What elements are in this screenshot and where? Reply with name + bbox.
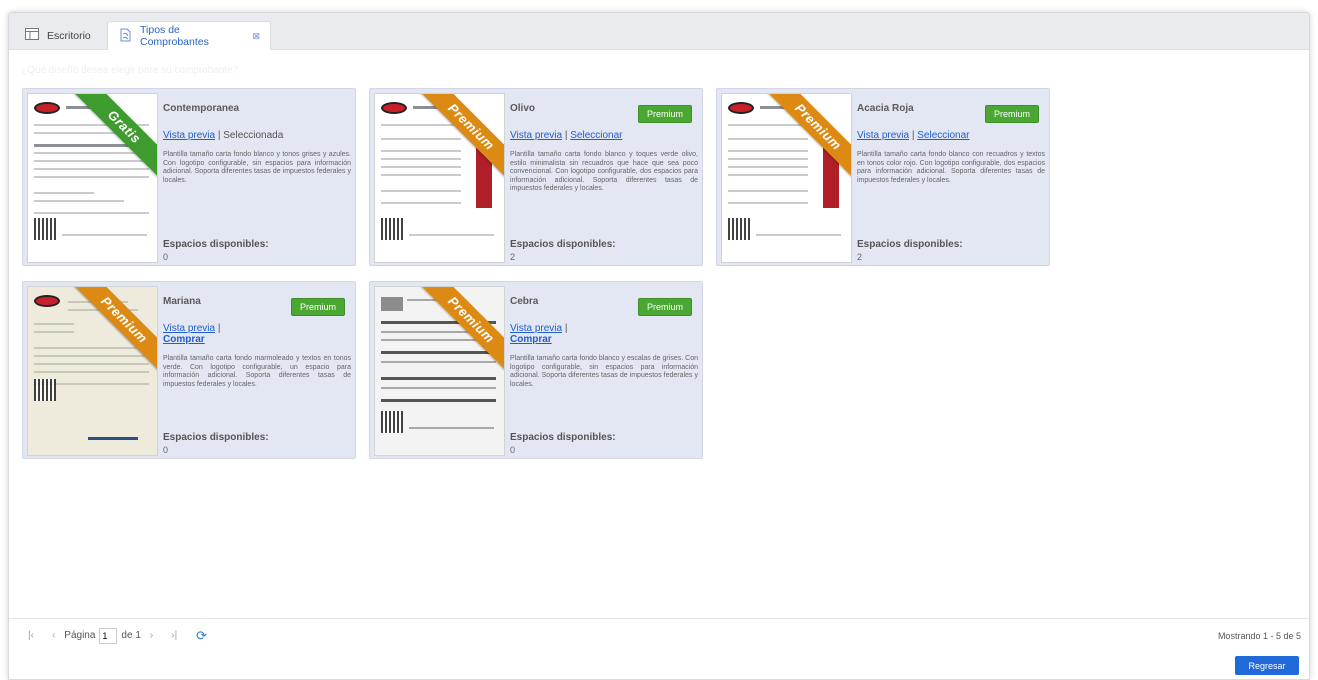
tab-bar: Escritorio Tipos de Comprobantes ⊠	[9, 13, 1309, 50]
prev-page-button[interactable]: ‹	[52, 630, 55, 641]
template-card: Gratis Contemporanea Vista previa | Sele…	[22, 88, 356, 266]
link-separator: |	[215, 323, 221, 334]
template-description: Plantilla tamaño carta fondo blanco con …	[857, 151, 1045, 184]
preview-link[interactable]: Vista previa	[857, 130, 909, 141]
template-card: Premium Premium Cebra Vista previa | Comp…	[369, 281, 703, 459]
spaces-value: 0	[510, 445, 516, 455]
spaces-label: Espacios disponibles:	[510, 432, 616, 443]
template-title: Cebra	[510, 296, 539, 307]
invoice-types-icon	[118, 27, 132, 46]
refresh-icon[interactable]: ⟳	[196, 628, 207, 644]
tab-escritorio[interactable]: Escritorio	[15, 21, 103, 50]
pagination-bar: |‹ ‹ Página de 1 › ›| ⟳ Mostrando 1 - 5 …	[9, 618, 1309, 652]
template-card: Premium Premium Mariana Vista previa | Co…	[22, 281, 356, 459]
spaces-label: Espacios disponibles:	[163, 239, 269, 250]
tab-tipos-comprobantes[interactable]: Tipos de Comprobantes ⊠	[107, 21, 271, 50]
pagination-summary: Mostrando 1 - 5 de 5	[1217, 631, 1301, 641]
desktop-icon	[25, 28, 39, 43]
spaces-value: 2	[857, 252, 863, 262]
acme-logo	[381, 102, 407, 114]
buy-link[interactable]: Comprar	[510, 334, 552, 345]
qr-code-icon	[728, 218, 750, 240]
tab-label: Tipos de Comprobantes	[140, 24, 209, 48]
tab-label: Escritorio	[47, 29, 91, 42]
first-page-button[interactable]: |‹	[28, 630, 34, 641]
acme-logo	[34, 102, 60, 114]
preview-link[interactable]: Vista previa	[510, 323, 562, 334]
spaces-label: Espacios disponibles:	[510, 239, 616, 250]
spaces-label: Espacios disponibles:	[857, 239, 963, 250]
spaces-value: 0	[163, 445, 169, 455]
template-thumbnail[interactable]: Premium	[721, 93, 852, 263]
link-separator: |	[562, 323, 568, 334]
premium-ribbon: Premium	[70, 287, 157, 374]
link-separator: |	[562, 130, 571, 141]
template-title: Olivo	[510, 103, 536, 114]
qr-code-icon	[34, 379, 56, 401]
select-link[interactable]: Seleccionar	[570, 130, 622, 141]
acme-logo	[728, 102, 754, 114]
template-thumbnail[interactable]: Premium	[374, 286, 505, 456]
acme-logo	[34, 295, 60, 307]
back-button[interactable]: Regresar	[1235, 656, 1299, 675]
last-page-button[interactable]: ›|	[171, 630, 177, 641]
main-window: Escritorio Tipos de Comprobantes ⊠ ¿Qué …	[8, 12, 1310, 680]
template-description: Plantilla tamaño carta fondo blanco y es…	[510, 355, 698, 388]
preview-link[interactable]: Vista previa	[510, 130, 562, 141]
template-card: Premium Premium Olivo Vista previa | Sel…	[369, 88, 703, 266]
template-description: Plantilla tamaño carta fondo blanco y to…	[163, 151, 351, 184]
link-separator: |	[909, 130, 918, 141]
next-page-button[interactable]: ›	[150, 630, 153, 641]
template-title: Contemporanea	[163, 103, 240, 114]
preview-link[interactable]: Vista previa	[163, 130, 215, 141]
spaces-value: 0	[163, 252, 169, 262]
qr-code-icon	[34, 218, 56, 240]
template-title: Mariana	[163, 296, 201, 307]
qr-code-icon	[381, 411, 403, 433]
template-card: Premium Premium Acacia Roja Vista previa…	[716, 88, 1050, 266]
template-thumbnail[interactable]: Premium	[374, 93, 505, 263]
template-thumbnail[interactable]: Premium	[27, 286, 158, 456]
template-description: Plantilla tamaño carta fondo blanco y to…	[510, 151, 698, 192]
page-of-label: de 1	[121, 630, 141, 641]
template-description: Plantilla tamaño carta fondo marmoleado …	[163, 355, 351, 388]
spaces-label: Espacios disponibles:	[163, 432, 269, 443]
buy-link[interactable]: Comprar	[163, 334, 205, 345]
selected-status: Seleccionada	[223, 130, 284, 141]
template-thumbnail[interactable]: Gratis	[27, 93, 158, 263]
tab-close-icon[interactable]: ⊠	[252, 31, 260, 42]
page-label: Página	[64, 630, 96, 641]
page-number-input[interactable]	[99, 627, 118, 644]
template-title: Acacia Roja	[857, 103, 914, 114]
preview-link[interactable]: Vista previa	[163, 323, 215, 334]
link-separator: |	[215, 130, 224, 141]
spaces-value: 2	[510, 252, 516, 262]
select-link[interactable]: Seleccionar	[917, 130, 969, 141]
qr-code-icon	[381, 218, 403, 240]
page-prompt: ¿Qué diseño desea elegir para su comprob…	[21, 65, 239, 76]
